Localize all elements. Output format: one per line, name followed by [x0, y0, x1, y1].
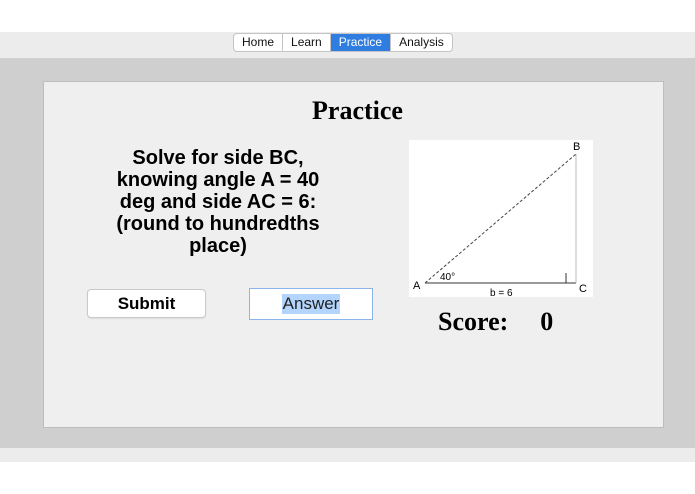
tab-bar: Home Learn Practice Analysis — [233, 33, 453, 52]
vertex-b-label: B — [573, 141, 580, 153]
vertex-a-label: A — [413, 280, 421, 292]
triangle-diagram: A B C 40° b = 6 — [409, 140, 593, 299]
bottom-band — [0, 448, 695, 462]
angle-a-label: 40° — [440, 272, 455, 283]
question-text: Solve for side BC, knowing angle A = 40 … — [100, 147, 336, 257]
score-value: 0 — [540, 307, 554, 336]
question-line: (round to hundredths — [116, 213, 320, 235]
score-display: Score: 0 — [438, 307, 553, 337]
tab-learn[interactable]: Learn — [283, 34, 331, 51]
submit-button[interactable]: Submit — [87, 289, 206, 318]
tab-home[interactable]: Home — [234, 34, 284, 51]
triangle-svg: A B C 40° b = 6 — [413, 141, 587, 299]
answer-input-text: Answer — [281, 294, 341, 314]
side-b-label: b = 6 — [490, 288, 513, 297]
answer-input[interactable]: Answer — [249, 288, 373, 320]
question-line: place) — [189, 235, 247, 257]
question-line: deg and side AC = 6: — [119, 191, 317, 213]
score-label: Score: — [438, 307, 509, 336]
question-line: knowing angle A = 40 — [116, 169, 320, 191]
tab-analysis[interactable]: Analysis — [391, 34, 452, 51]
title-strip — [0, 0, 695, 32]
page-title: Practice — [312, 96, 403, 125]
question-line: Solve for side BC, — [132, 147, 304, 169]
tab-practice[interactable]: Practice — [330, 34, 392, 51]
vertex-c-label: C — [579, 283, 587, 295]
triangle-side-ab — [424, 153, 577, 284]
